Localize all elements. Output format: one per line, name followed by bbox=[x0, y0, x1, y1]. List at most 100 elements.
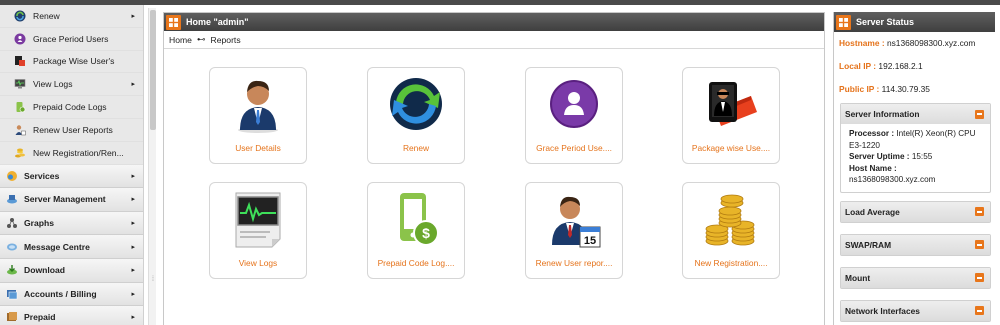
prepaid-icon bbox=[14, 101, 26, 113]
tile-label: View Logs bbox=[238, 258, 278, 268]
sidebar-item-graphs[interactable]: Graphs ▸ bbox=[0, 211, 143, 236]
grid-icon bbox=[166, 14, 181, 30]
network-interfaces-header[interactable]: Network Interfaces bbox=[841, 300, 990, 321]
package-wise-icon bbox=[701, 74, 761, 134]
sidebar-item-prepaid-code-logs[interactable]: Prepaid Code Logs bbox=[0, 96, 143, 119]
user-circle-icon bbox=[14, 33, 26, 45]
page-title: Home "admin" bbox=[186, 17, 249, 27]
download-icon bbox=[6, 264, 18, 276]
sidebar-item-new-registration[interactable]: New Registration/Ren... bbox=[0, 141, 143, 165]
tile-grace-period[interactable]: Grace Period Use.... bbox=[525, 67, 623, 164]
chevron-right-icon: ▸ bbox=[131, 314, 135, 322]
hostname-value: ns1368098300.xyz.com bbox=[886, 38, 976, 48]
mount-header[interactable]: Mount bbox=[841, 267, 990, 288]
sidebar-item-view-logs[interactable]: View Logs ▸ bbox=[0, 73, 143, 97]
scrollbar-thumb[interactable] bbox=[150, 10, 156, 130]
hostname-row: Hostname : ns1368098300.xyz.com bbox=[834, 38, 995, 48]
tile-renew[interactable]: Renew bbox=[367, 67, 465, 164]
hostname-label: Hostname : bbox=[839, 38, 885, 48]
swap-ram-header[interactable]: SWAP/RAM bbox=[841, 234, 990, 255]
billing-icon bbox=[6, 288, 18, 300]
server-information-title: Server Information bbox=[845, 109, 920, 119]
renew-arrows-icon bbox=[386, 74, 446, 134]
tile-label: Prepaid Code Log.... bbox=[377, 258, 455, 268]
public-ip-row: Public IP : 114.30.79.35 bbox=[834, 84, 995, 94]
server-information-box: Server Information Processor : Intel(R) … bbox=[840, 103, 991, 193]
mount-title: Mount bbox=[845, 272, 871, 283]
collapse-icon[interactable] bbox=[975, 207, 984, 217]
collapse-icon[interactable] bbox=[975, 273, 984, 283]
sidebar-item-server-management[interactable]: Server Management ▸ bbox=[0, 188, 143, 212]
sidebar-item-label: New Registration/Ren... bbox=[33, 147, 124, 158]
tile-package-wise[interactable]: Package wise Use.... bbox=[682, 67, 780, 164]
sidebar-item-renew-user-reports[interactable]: Renew User Reports bbox=[0, 118, 143, 142]
tile-label: New Registration.... bbox=[694, 258, 768, 268]
tile-label: Grace Period Use.... bbox=[536, 143, 612, 153]
sidebar-item-label: Graphs bbox=[24, 218, 55, 229]
chevron-right-icon: ▸ bbox=[131, 81, 135, 89]
coins-icon bbox=[14, 147, 26, 159]
sidebar-item-label: Message Centre bbox=[24, 241, 90, 252]
sidebar-item-grace-period-users[interactable]: Grace Period Users bbox=[0, 27, 143, 51]
mount-box: Mount bbox=[840, 266, 991, 289]
breadcrumb-current: Reports bbox=[210, 34, 241, 45]
svg-text:15: 15 bbox=[584, 235, 596, 247]
local-ip-value: 192.168.2.1 bbox=[878, 61, 923, 71]
breadcrumb-home[interactable]: Home bbox=[169, 35, 192, 45]
public-ip-value: 114.30.79.35 bbox=[881, 84, 930, 94]
sidebar: Renew ▸ Grace Period Users Package Wise … bbox=[0, 5, 144, 325]
load-average-header[interactable]: Load Average bbox=[841, 201, 990, 222]
sidebar-item-accounts-billing[interactable]: Accounts / Billing ▸ bbox=[0, 282, 143, 307]
grid-icon bbox=[836, 14, 851, 30]
package-icon bbox=[14, 55, 26, 67]
renew-icon bbox=[14, 10, 26, 22]
sidebar-item-services[interactable]: Services ▸ bbox=[0, 164, 143, 189]
renew-user-report-icon: 15 bbox=[544, 189, 604, 249]
collapse-icon[interactable] bbox=[975, 306, 984, 316]
sidebar-item-package-wise-users[interactable]: Package Wise User's bbox=[0, 50, 143, 74]
server-status-title: Server Status bbox=[856, 17, 915, 27]
uptime-value: 15:55 bbox=[911, 152, 933, 162]
sidebar-scrollbar[interactable]: ⁞ bbox=[148, 8, 156, 325]
prepaid-card-icon bbox=[6, 311, 18, 323]
server-information-header[interactable]: Server Information bbox=[841, 104, 990, 124]
chevron-right-icon: ▸ bbox=[131, 220, 135, 228]
sidebar-item-renew[interactable]: Renew ▸ bbox=[0, 5, 143, 28]
sidebar-item-label: Accounts / Billing bbox=[24, 288, 97, 299]
server-status-header: Server Status bbox=[834, 12, 995, 32]
resize-grip-icon[interactable]: ⁞ bbox=[150, 276, 156, 286]
breadcrumb: Home ⊷ Reports bbox=[164, 31, 824, 49]
tile-renew-user-report[interactable]: 15 Renew User repor.... bbox=[525, 182, 623, 279]
message-icon bbox=[6, 241, 18, 253]
local-ip-row: Local IP : 192.168.2.1 bbox=[834, 61, 995, 71]
tile-user-details[interactable]: User Details bbox=[209, 67, 307, 164]
top-bar bbox=[0, 0, 1000, 5]
sidebar-item-label: Server Management bbox=[24, 194, 106, 205]
collapse-icon[interactable] bbox=[975, 240, 984, 250]
sidebar-item-label: Services bbox=[24, 170, 60, 181]
sidebar-item-prepaid[interactable]: Prepaid ▸ bbox=[0, 306, 143, 325]
server-status-panel: Server Status Hostname : ns1368098300.xy… bbox=[833, 12, 995, 325]
chevron-right-icon: ▸ bbox=[131, 243, 135, 251]
chevron-right-icon: ▸ bbox=[131, 12, 135, 20]
uptime-label: Server Uptime : bbox=[849, 152, 910, 162]
services-icon bbox=[6, 170, 18, 182]
sidebar-item-download[interactable]: Download ▸ bbox=[0, 258, 143, 283]
host-name-label: Host Name : bbox=[849, 163, 897, 173]
sidebar-item-message-centre[interactable]: Message Centre ▸ bbox=[0, 235, 143, 259]
public-ip-label: Public IP : bbox=[839, 84, 880, 94]
tile-new-registration[interactable]: New Registration.... bbox=[682, 182, 780, 279]
sidebar-item-label: Renew bbox=[33, 10, 60, 21]
main-panel: Home "admin" Home ⊷ Reports User Details bbox=[163, 12, 825, 325]
tile-view-logs[interactable]: View Logs bbox=[209, 182, 307, 279]
tile-label: Renew User repor.... bbox=[535, 258, 613, 268]
sidebar-item-label: Prepaid Code Logs bbox=[33, 102, 107, 113]
view-logs-icon bbox=[228, 189, 288, 249]
tile-prepaid-code[interactable]: $ Prepaid Code Log.... bbox=[367, 182, 465, 279]
swap-ram-title: SWAP/RAM bbox=[845, 239, 892, 250]
sidebar-item-label: View Logs bbox=[33, 79, 73, 90]
collapse-icon[interactable] bbox=[975, 109, 984, 119]
load-average-box: Load Average bbox=[840, 200, 991, 223]
main-panel-header: Home "admin" bbox=[164, 13, 824, 31]
tile-label: User Details bbox=[235, 143, 281, 153]
